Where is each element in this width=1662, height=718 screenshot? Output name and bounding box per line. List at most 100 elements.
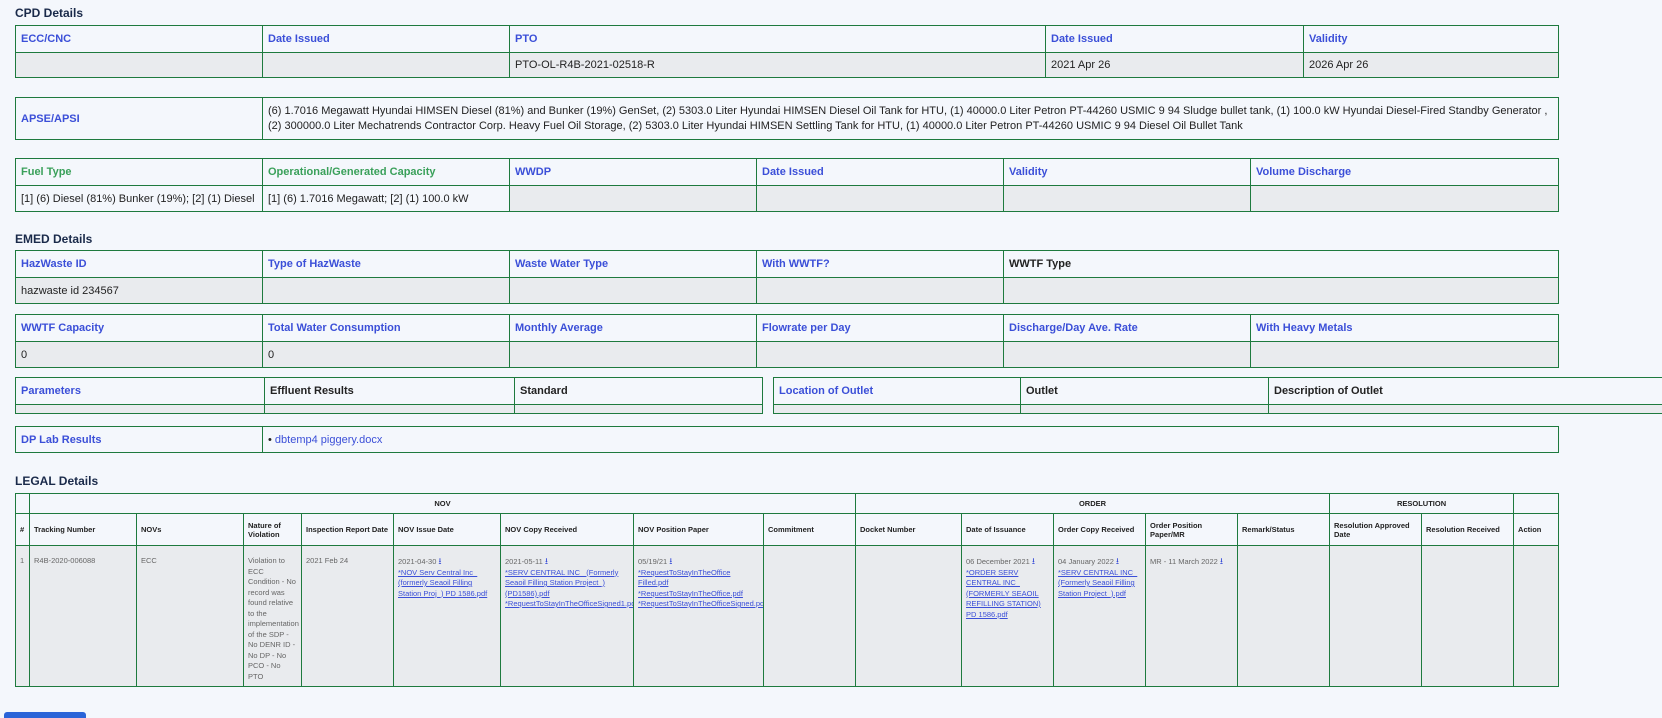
download-icon[interactable]: ⭳ bbox=[545, 556, 548, 566]
order-copy-file-link[interactable]: *SERV CENTRAL INC_ (Formerly Seaoil Fill… bbox=[1058, 568, 1141, 600]
order-pp-cell: MR - 11 March 2022⭳ bbox=[1146, 546, 1238, 687]
download-icon[interactable]: ⭳ bbox=[438, 556, 441, 566]
outlet-value bbox=[1021, 405, 1269, 414]
col-order-position-paper: Order Position Paper/MR bbox=[1146, 514, 1238, 546]
order-group-header: ORDER bbox=[856, 494, 1330, 514]
apse-table: APSE/APSI (6) 1.7016 Megawatt Hyundai HI… bbox=[15, 97, 1559, 140]
wwtf-type-header: WWTF Type bbox=[1004, 251, 1559, 278]
wwdp-value bbox=[510, 186, 757, 212]
flowrate-header: Flowrate per Day bbox=[757, 315, 1004, 342]
pto-value: PTO-OL-R4B-2021-02518-R bbox=[510, 53, 1046, 78]
wwdp-validity-value bbox=[1004, 186, 1251, 212]
dp-lab-file-link[interactable]: dbtemp4 piggery.docx bbox=[275, 434, 382, 446]
wwtf-type-value bbox=[1004, 278, 1559, 304]
table-row: 1 R4B-2020-006088 ECC Violation to ECC C… bbox=[16, 546, 1559, 687]
ecc-cnc-header: ECC/CNC bbox=[16, 26, 263, 53]
col-novs: NOVs bbox=[137, 514, 244, 546]
wwdp-header: WWDP bbox=[510, 159, 757, 186]
docket-value bbox=[856, 546, 962, 687]
nature-violation-value: Violation to ECC Condition - No record w… bbox=[244, 546, 302, 687]
wwtf-table: WWTF Capacity Total Water Consumption Mo… bbox=[15, 314, 1559, 368]
hazwaste-type-value bbox=[263, 278, 510, 304]
download-icon[interactable]: ⭳ bbox=[1220, 556, 1223, 566]
validity-value: 2026 Apr 26 bbox=[1304, 53, 1559, 78]
heavy-metals-value bbox=[1251, 342, 1559, 368]
novs-value: ECC bbox=[137, 546, 244, 687]
col-nature-violation: Nature of Violation bbox=[244, 514, 302, 546]
col-action: Action bbox=[1514, 514, 1559, 546]
description-outlet-header: Description of Outlet bbox=[1269, 378, 1662, 405]
remark-value bbox=[1238, 546, 1330, 687]
download-icon[interactable]: ⭳ bbox=[1116, 556, 1119, 566]
description-outlet-value bbox=[1269, 405, 1662, 414]
ecc-cnc-value bbox=[16, 53, 263, 78]
nov-issue-cell: 2021-04-30⭳ *NOV Serv Central Inc_ (form… bbox=[394, 546, 501, 687]
col-nov-position-paper: NOV Position Paper bbox=[634, 514, 764, 546]
monthly-average-value bbox=[510, 342, 757, 368]
parameters-value bbox=[16, 405, 265, 414]
pto-date-issued-header: Date Issued bbox=[1046, 26, 1304, 53]
order-copy-date: 04 January 2022 bbox=[1058, 557, 1114, 566]
total-water-value: 0 bbox=[263, 342, 510, 368]
nov-copy-date: 2021-05-11 bbox=[505, 557, 543, 566]
order-pp-value: MR - 11 March 2022 bbox=[1150, 557, 1218, 566]
issuance-file-link[interactable]: *ORDER SERV CENTRAL INC_ (FORMERLY SEAOI… bbox=[966, 568, 1049, 621]
nov-pp-file-link[interactable]: *RequestToStayInTheOfficeSigned.pdf bbox=[638, 599, 759, 610]
parameters-table: Parameters Effluent Results Standard bbox=[15, 377, 763, 414]
inspection-date-value: 2021 Feb 24 bbox=[302, 546, 394, 687]
date-issued-header: Date Issued bbox=[263, 26, 510, 53]
hazwaste-type-header: Type of HazWaste bbox=[263, 251, 510, 278]
col-remark-status: Remark/Status bbox=[1238, 514, 1330, 546]
with-wwtf-value bbox=[757, 278, 1004, 304]
nov-pp-file-link[interactable]: *RequestToStayInTheOffice.pdf bbox=[638, 589, 759, 600]
fuel-table: Fuel Type Operational/Generated Capacity… bbox=[15, 158, 1559, 212]
nov-copy-cell: 2021-05-11⭳ *SERV CENTRAL INC_ (Formerly… bbox=[501, 546, 634, 687]
action-group-blank bbox=[1514, 494, 1559, 514]
location-outlet-header: Location of Outlet bbox=[774, 378, 1021, 405]
bottom-button[interactable] bbox=[4, 712, 86, 718]
col-resolution-date: Resolution Approved Date bbox=[1330, 514, 1422, 546]
resolution-date-value bbox=[1330, 546, 1422, 687]
tracking-number-value: R4B-2020-006088 bbox=[30, 546, 137, 687]
dp-lab-value-cell: • dbtemp4 piggery.docx bbox=[263, 427, 1559, 453]
dp-lab-label: DP Lab Results bbox=[16, 427, 263, 453]
nov-issue-file-link[interactable]: *NOV Serv Central Inc_ (formerly Seaoil … bbox=[398, 568, 496, 600]
heavy-metals-header: With Heavy Metals bbox=[1251, 315, 1559, 342]
nov-copy-file-link[interactable]: *SERV CENTRAL INC_ (Formerly Seaoil Fill… bbox=[505, 568, 629, 600]
volume-discharge-value bbox=[1251, 186, 1559, 212]
pto-header: PTO bbox=[510, 26, 1046, 53]
capacity-header: Operational/Generated Capacity bbox=[263, 159, 510, 186]
action-value bbox=[1514, 546, 1559, 687]
volume-discharge-header: Volume Discharge bbox=[1251, 159, 1559, 186]
waste-water-type-header: Waste Water Type bbox=[510, 251, 757, 278]
nov-pp-file-link[interactable]: *RequestToStayInTheOffice Filled.pdf bbox=[638, 568, 759, 589]
apse-value: (6) 1.7016 Megawatt Hyundai HIMSEN Diese… bbox=[263, 98, 1559, 140]
download-icon[interactable]: ⭳ bbox=[669, 556, 672, 566]
nov-copy-file-link[interactable]: *RequestToStayInTheOfficeSigned1.pdf bbox=[505, 599, 629, 610]
wwtf-capacity-header: WWTF Capacity bbox=[16, 315, 263, 342]
parameters-header: Parameters bbox=[16, 378, 265, 405]
wwtf-capacity-value: 0 bbox=[16, 342, 263, 368]
wwdp-date-value bbox=[757, 186, 1004, 212]
row-number: 1 bbox=[16, 546, 30, 687]
col-nov-copy-received: NOV Copy Received bbox=[501, 514, 634, 546]
col-date-issuance: Date of Issuance bbox=[962, 514, 1054, 546]
outlet-header: Outlet bbox=[1021, 378, 1269, 405]
hazwaste-table: HazWaste ID Type of HazWaste Waste Water… bbox=[15, 250, 1559, 304]
nov-group-header: NOV bbox=[30, 494, 856, 514]
issuance-date: 06 December 2021 bbox=[966, 557, 1030, 566]
effluent-results-header: Effluent Results bbox=[265, 378, 515, 405]
cpd-section-title: CPD Details bbox=[15, 6, 83, 20]
bullet: • bbox=[268, 434, 272, 446]
wwdp-date-header: Date Issued bbox=[757, 159, 1004, 186]
emed-section-title: EMED Details bbox=[15, 232, 92, 246]
legal-table: NOV ORDER RESOLUTION # Tracking Number N… bbox=[15, 493, 1559, 687]
nov-issue-date: 2021-04-30 bbox=[398, 557, 436, 566]
col-docket-number: Docket Number bbox=[856, 514, 962, 546]
col-resolution-received: Resolution Received bbox=[1422, 514, 1514, 546]
flowrate-value bbox=[757, 342, 1004, 368]
download-icon[interactable]: ⭳ bbox=[1032, 556, 1035, 566]
validity-header: Validity bbox=[1304, 26, 1559, 53]
fuel-type-header: Fuel Type bbox=[16, 159, 263, 186]
with-wwtf-header: With WWTF? bbox=[757, 251, 1004, 278]
